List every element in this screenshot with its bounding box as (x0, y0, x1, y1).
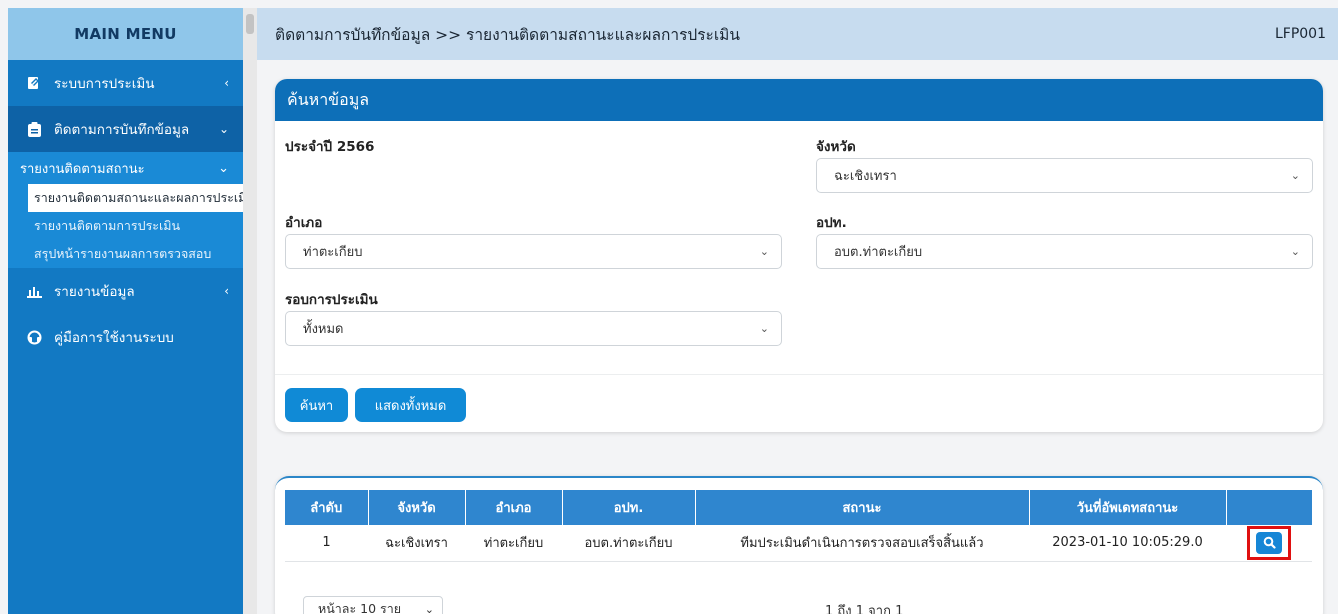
breadcrumb: ติดตามการบันทึกข้อมูล >> รายงานติดตามสถา… (275, 25, 740, 44)
year-label: ประจำปี 2566 (285, 139, 375, 155)
divider (275, 374, 1323, 375)
cell-province: ฉะเชิงเทรา (368, 525, 465, 562)
document-edit-icon (26, 75, 42, 91)
sidebar-item-user-manual[interactable]: คู่มือการใช้งานระบบ (8, 314, 243, 360)
search-card-title: ค้นหาข้อมูล (275, 79, 1323, 121)
submenu-label: รายงานติดตามสถานะ (20, 161, 145, 177)
chevron-left-icon: ‹ (224, 76, 229, 90)
page-size-select[interactable]: หน้าละ 10 ราย ⌄ (303, 596, 443, 614)
round-select[interactable]: ทั้งหมด ⌄ (285, 311, 782, 346)
table-header-row: ลำดับ จังหวัด อำเภอ อปท. สถานะ วันที่อัพ… (285, 490, 1312, 525)
district-select[interactable]: ท่าตะเกียบ ⌄ (285, 234, 782, 269)
show-all-button[interactable]: แสดงทั้งหมด (355, 388, 466, 422)
chevron-down-icon: ⌄ (759, 245, 769, 258)
search-icon (1263, 536, 1276, 549)
lao-select[interactable]: อบต.ท่าตะเกียบ ⌄ (816, 234, 1313, 269)
lao-value: อบต.ท่าตะเกียบ (834, 245, 923, 260)
cell-district: ท่าตะเกียบ (465, 525, 562, 562)
chevron-down-icon: ⌄ (218, 160, 229, 176)
clipboard-icon (26, 121, 42, 137)
cell-updated: 2023-01-10 10:05:29.0 (1029, 525, 1226, 562)
district-label: อำเภอ (285, 215, 323, 231)
sidebar-item-label: ระบบการประเมิน (54, 76, 155, 92)
sidebar-item-evaluation-system[interactable]: ระบบการประเมิน ‹ (8, 60, 243, 106)
sidebar-item-tracking[interactable]: ติดตามการบันทึกข้อมูล ⌄ (8, 106, 243, 152)
chevron-down-icon: ⌄ (759, 322, 769, 335)
col-header-district[interactable]: อำเภอ (465, 490, 563, 525)
sidebar: MAIN MENU ระบบการประเมิน ‹ ติดตามการบันท… (8, 8, 243, 614)
cell-lao: อบต.ท่าตะเกียบ (562, 525, 695, 562)
cell-status: ทีมประเมินดำเนินการตรวจสอบเสร็จสิ้นแล้ว (695, 525, 1029, 562)
page-header: ติดตามการบันทึกข้อมูล >> รายงานติดตามสถา… (257, 8, 1338, 60)
scrollbar-thumb[interactable] (246, 14, 254, 34)
results-table: ลำดับ จังหวัด อำเภอ อปท. สถานะ วันที่อัพ… (285, 490, 1312, 562)
lao-label: อปท. (816, 215, 847, 231)
cell-action (1226, 525, 1312, 562)
sidebar-item-label: ติดตามการบันทึกข้อมูล (54, 122, 190, 138)
search-card: ค้นหาข้อมูล ประจำปี 2566 จังหวัด ฉะเชิงเ… (275, 79, 1323, 432)
chevron-down-icon: ⌄ (218, 122, 229, 136)
round-label: รอบการประเมิน (285, 292, 378, 308)
search-button[interactable]: ค้นหา (285, 388, 348, 422)
results-card: ลำดับ จังหวัด อำเภอ อปท. สถานะ วันที่อัพ… (275, 476, 1323, 614)
view-details-button[interactable] (1256, 531, 1282, 554)
chevron-down-icon: ⌄ (1290, 245, 1300, 258)
submenu-link-status-and-results[interactable]: รายงานติดตามสถานะและผลการประเมิน (28, 184, 243, 212)
bar-chart-icon (26, 283, 42, 299)
round-value: ทั้งหมด (303, 322, 344, 337)
chevron-left-icon: ‹ (224, 284, 229, 298)
province-label: จังหวัด (816, 139, 856, 155)
sidebar-item-data-report[interactable]: รายงานข้อมูล ‹ (8, 268, 243, 314)
col-header-updated[interactable]: วันที่อัพเดทสถานะ (1029, 490, 1227, 525)
view-highlight (1247, 525, 1291, 560)
page-code: LFP001 (1274, 26, 1326, 42)
submenu-status-report[interactable]: รายงานติดตามสถานะ ⌄ (8, 152, 243, 184)
headset-icon (26, 329, 42, 345)
chevron-down-icon: ⌄ (1290, 169, 1300, 182)
sidebar-submenu: รายงานติดตามสถานะ ⌄ รายงานติดตามสถานะและ… (8, 152, 243, 268)
record-info: 1 ถึง 1 จาก 1 (825, 604, 904, 614)
page-size-value: หน้าละ 10 ราย (318, 601, 402, 614)
submenu-link-evaluation-tracking[interactable]: รายงานติดตามการประเมิน (8, 212, 243, 240)
province-select[interactable]: ฉะเชิงเทรา ⌄ (816, 158, 1313, 193)
col-header-province[interactable]: จังหวัด (368, 490, 466, 525)
sidebar-item-label: คู่มือการใช้งานระบบ (54, 330, 174, 346)
sidebar-item-label: รายงานข้อมูล (54, 284, 135, 300)
col-header-lao[interactable]: อปท. (562, 490, 696, 525)
col-header-action (1226, 490, 1312, 525)
sidebar-scrollbar[interactable] (243, 8, 257, 614)
chevron-down-icon: ⌄ (424, 602, 434, 614)
submenu-link-summary-report[interactable]: สรุปหน้ารายงานผลการตรวจสอบ (8, 240, 243, 268)
col-header-status[interactable]: สถานะ (695, 490, 1030, 525)
table-row: 1 ฉะเชิงเทรา ท่าตะเกียบ อบต.ท่าตะเกียบ ท… (285, 525, 1312, 562)
district-value: ท่าตะเกียบ (303, 245, 363, 260)
col-header-order[interactable]: ลำดับ (285, 490, 369, 525)
main-menu-title: MAIN MENU (8, 8, 243, 60)
cell-order: 1 (285, 525, 368, 562)
province-value: ฉะเชิงเทรา (834, 169, 897, 184)
